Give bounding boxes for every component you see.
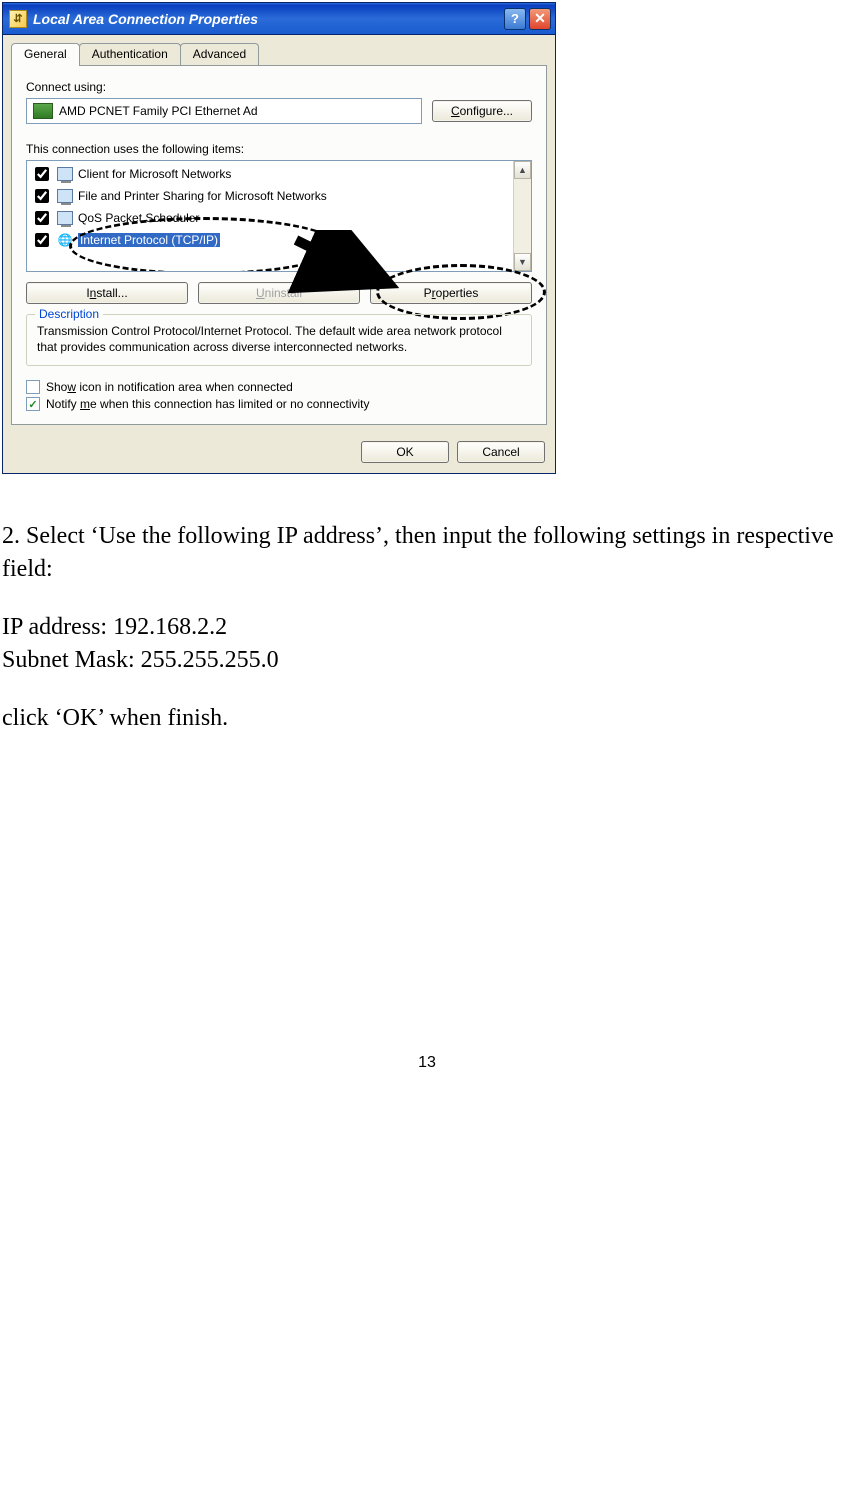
component-checkbox[interactable] <box>35 211 49 225</box>
list-item[interactable]: Client for Microsoft Networks <box>27 163 531 185</box>
ip-address-line: IP address: 192.168.2.2 <box>2 611 848 643</box>
fileprint-icon <box>56 187 74 205</box>
finish-line: click ‘OK’ when finish. <box>2 702 848 734</box>
subnet-mask-line: Subnet Mask: 255.255.255.0 <box>2 644 848 676</box>
list-item[interactable]: File and Printer Sharing for Microsoft N… <box>27 185 531 207</box>
component-label: Internet Protocol (TCP/IP) <box>78 233 220 247</box>
page-number: 13 <box>0 1054 854 1072</box>
close-button[interactable]: ✕ <box>529 8 551 30</box>
qos-icon <box>56 209 74 227</box>
connection-properties-dialog: ⇵ Local Area Connection Properties ? ✕ G… <box>2 2 556 474</box>
component-checkbox[interactable] <box>35 167 49 181</box>
tab-authentication[interactable]: Authentication <box>79 43 181 65</box>
ok-button[interactable]: OK <box>361 441 449 463</box>
step-2-text: 2. Select ‘Use the following IP address’… <box>2 520 848 585</box>
instruction-text-block: 2. Select ‘Use the following IP address’… <box>0 474 850 734</box>
connect-using-label: Connect using: <box>26 80 532 94</box>
components-listbox[interactable]: Client for Microsoft Networks File and P… <box>26 160 532 272</box>
show-icon-label: Show icon in notification area when conn… <box>46 380 293 394</box>
connection-icon: ⇵ <box>9 10 27 28</box>
component-label: QoS Packet Scheduler <box>78 211 199 225</box>
show-icon-checkbox[interactable] <box>26 380 40 394</box>
tab-general[interactable]: General <box>11 43 80 66</box>
scroll-down-button[interactable]: ▼ <box>514 253 531 271</box>
tab-advanced[interactable]: Advanced <box>180 43 259 65</box>
description-label: Description <box>35 307 103 321</box>
adapter-name: AMD PCNET Family PCI Ethernet Ad <box>59 104 258 118</box>
component-label: Client for Microsoft Networks <box>78 167 231 181</box>
properties-button[interactable]: Properties <box>370 282 532 304</box>
adapter-field[interactable]: AMD PCNET Family PCI Ethernet Ad <box>26 98 422 124</box>
notify-checkbox[interactable]: ✓ <box>26 397 40 411</box>
description-group: Description Transmission Control Protoco… <box>26 314 532 366</box>
client-icon <box>56 165 74 183</box>
dialog-title: Local Area Connection Properties <box>33 11 504 27</box>
install-button[interactable]: Install... <box>26 282 188 304</box>
list-item[interactable]: 🌐 Internet Protocol (TCP/IP) <box>27 229 531 251</box>
help-button[interactable]: ? <box>504 8 526 30</box>
component-checkbox[interactable] <box>35 189 49 203</box>
component-checkbox[interactable] <box>35 233 49 247</box>
list-item[interactable]: QoS Packet Scheduler <box>27 207 531 229</box>
titlebar: ⇵ Local Area Connection Properties ? ✕ <box>3 3 555 35</box>
listbox-scrollbar[interactable]: ▲ ▼ <box>513 161 531 271</box>
items-label: This connection uses the following items… <box>26 142 532 156</box>
uninstall-button: Uninstall <box>198 282 360 304</box>
tab-panel-general: Connect using: AMD PCNET Family PCI Ethe… <box>11 65 547 425</box>
tab-strip: General Authentication Advanced <box>3 35 555 65</box>
configure-button[interactable]: Configure... <box>432 100 532 122</box>
cancel-button[interactable]: Cancel <box>457 441 545 463</box>
tcpip-icon: 🌐 <box>56 231 74 249</box>
scroll-up-button[interactable]: ▲ <box>514 161 531 179</box>
notify-label: Notify me when this connection has limit… <box>46 397 370 411</box>
nic-icon <box>33 103 53 119</box>
description-text: Transmission Control Protocol/Internet P… <box>37 323 521 355</box>
component-label: File and Printer Sharing for Microsoft N… <box>78 189 327 203</box>
